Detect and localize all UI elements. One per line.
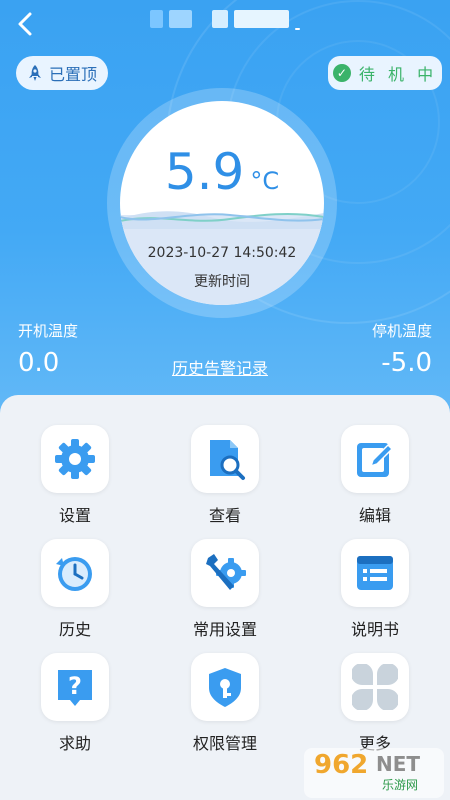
menu-item-permissions[interactable]: 权限管理 xyxy=(165,653,285,754)
status-label: 待 机 中 xyxy=(358,65,438,84)
watermark-sub: 乐游网 xyxy=(382,778,419,792)
tile-icon-box xyxy=(41,425,109,493)
menu-item-label: 说明书 xyxy=(350,620,399,639)
header-hero: 已置顶 ✓ 待 机 中 5.9 °C 2023-10-27 14:50:42 更新… xyxy=(0,0,450,420)
pinned-label: 已置顶 xyxy=(48,65,97,84)
tile-icon-box xyxy=(191,539,259,607)
on-temp-label: 开机温度 xyxy=(18,322,79,340)
edit-icon xyxy=(357,443,394,477)
tile-icon-box xyxy=(341,425,409,493)
tile-icon-box xyxy=(341,653,409,721)
temperature-gauge: 5.9 °C 2023-10-27 14:50:42 更新时间 xyxy=(120,101,324,305)
menu-item-label: 历史 xyxy=(58,620,91,639)
tile-icon-box xyxy=(191,653,259,721)
manual-icon xyxy=(357,556,393,590)
menu-item-more[interactable]: 更多 xyxy=(315,653,435,754)
gear-icon xyxy=(55,439,95,479)
tile-icon-box xyxy=(41,539,109,607)
svg-text:?: ? xyxy=(68,672,82,700)
help-icon: ? xyxy=(58,670,92,706)
updated-label: 更新时间 xyxy=(194,274,250,290)
more-grid-icon xyxy=(352,664,398,710)
menu-item-manual[interactable]: 说明书 xyxy=(315,539,435,640)
alarm-history-link[interactable]: 历史告警记录 xyxy=(150,355,290,379)
tile-icon-box xyxy=(191,425,259,493)
rocket-icon xyxy=(28,65,41,81)
watermark-brand: 962 xyxy=(314,750,369,780)
menu-item-view[interactable]: 查看 xyxy=(165,425,285,526)
on-temp-value: 0.0 xyxy=(18,348,60,378)
menu-item-history[interactable]: 历史 xyxy=(15,539,135,640)
status-badge: ✓ 待 机 中 xyxy=(328,56,442,90)
watermark-logo: 962 NET 乐游网 xyxy=(304,748,444,798)
off-temp-value: -5.0 xyxy=(381,348,432,378)
temperature-unit: °C xyxy=(250,167,280,195)
check-icon: ✓ xyxy=(332,64,351,82)
back-button[interactable] xyxy=(12,8,40,40)
function-panel: 设置 查看 编辑 历史 常用设置 说明书 ? 求助 权限管理 更多 962 NE… xyxy=(0,395,450,800)
off-temp-label: 停机温度 xyxy=(371,322,432,340)
menu-item-label: 设置 xyxy=(58,506,91,525)
menu-item-label: 编辑 xyxy=(358,506,391,525)
menu-item-settings[interactable]: 设置 xyxy=(15,425,135,526)
menu-item-label: 查看 xyxy=(208,506,241,525)
watermark-brand-suffix: NET xyxy=(376,752,421,776)
page-title-redacted xyxy=(150,8,300,30)
temperature-value: 5.9 xyxy=(164,143,245,201)
menu-item-label: 常用设置 xyxy=(192,620,257,639)
document-search-icon xyxy=(210,440,245,480)
tile-icon-box xyxy=(341,539,409,607)
menu-item-common-settings[interactable]: 常用设置 xyxy=(165,539,285,640)
menu-item-edit[interactable]: 编辑 xyxy=(315,425,435,526)
wave-decor xyxy=(120,211,324,229)
menu-item-help[interactable]: ? 求助 xyxy=(15,653,135,754)
chevron-left-icon xyxy=(18,12,32,36)
menu-item-label: 求助 xyxy=(58,734,91,753)
clock-icon xyxy=(56,557,92,591)
menu-item-label: 权限管理 xyxy=(192,734,257,753)
tile-icon-box: ? xyxy=(41,653,109,721)
shield-key-icon xyxy=(209,668,241,707)
updated-time: 2023-10-27 14:50:42 xyxy=(147,245,297,261)
pinned-badge[interactable]: 已置顶 xyxy=(16,56,108,90)
tools-icon xyxy=(206,554,246,590)
temperature-readout: 5.9 °C xyxy=(120,143,324,201)
